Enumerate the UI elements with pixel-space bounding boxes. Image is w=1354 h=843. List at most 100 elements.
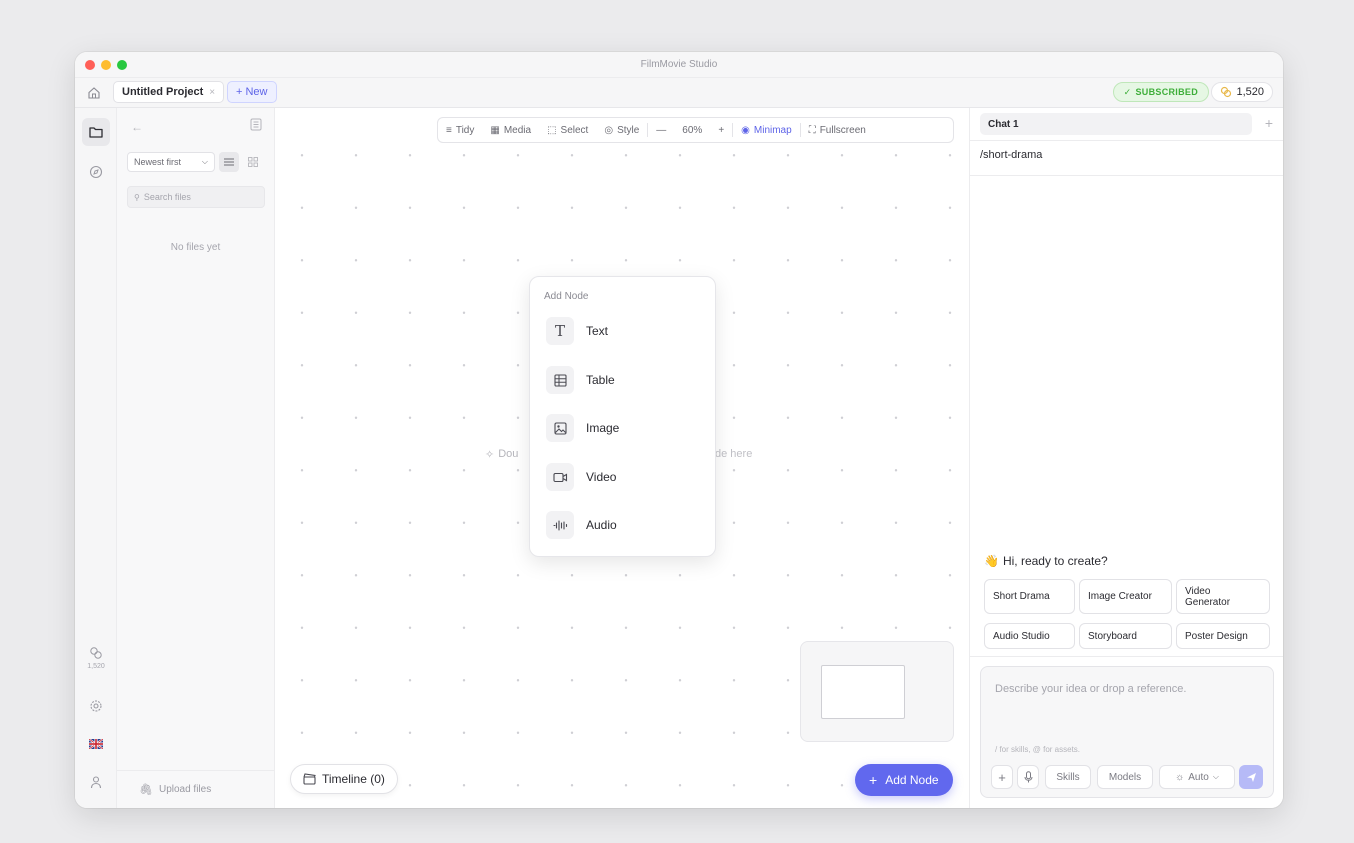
divider	[970, 656, 1283, 657]
chip-poster-design[interactable]: Poster Design	[1176, 623, 1270, 649]
credits-badge[interactable]: 1,520	[1211, 82, 1273, 102]
voice-button[interactable]	[1017, 765, 1039, 789]
menu-title: Add Node	[544, 291, 589, 302]
panel-icon	[250, 118, 262, 131]
app-window: FilmMovie Studio Untitled Project × + Ne…	[75, 52, 1283, 808]
chat-greeting: 👋 Hi, ready to create?	[984, 554, 1108, 568]
attach-button[interactable]: +	[991, 765, 1013, 789]
select-label: Select	[560, 124, 589, 136]
tidy-button[interactable]: ≡ Tidy	[438, 118, 482, 142]
canvas-hint-end: de here	[715, 448, 753, 460]
chip-short-drama[interactable]: Short Drama	[984, 579, 1075, 614]
sort-label: Newest first	[134, 157, 182, 167]
menu-item-text[interactable]: T Text	[546, 315, 702, 347]
uk-flag-icon	[89, 739, 103, 749]
new-project-button[interactable]: + New	[227, 81, 277, 103]
menu-item-label: Text	[586, 324, 609, 338]
select-button[interactable]: ⬚ Select	[539, 118, 596, 142]
models-button[interactable]: Models	[1097, 765, 1153, 789]
tab-untitled-project[interactable]: Untitled Project ×	[113, 81, 225, 103]
select-icon: ⬚	[547, 124, 557, 136]
menu-item-label: Table	[586, 373, 615, 387]
rail-explore-button[interactable]	[82, 158, 110, 186]
grid-icon	[248, 157, 258, 167]
subscribed-badge: ✓ SUBSCRIBED	[1112, 82, 1209, 102]
list-icon	[224, 158, 234, 166]
rail-language-button[interactable]	[82, 730, 110, 758]
home-button[interactable]	[85, 84, 103, 102]
minimap[interactable]	[800, 641, 954, 742]
location-pin-icon: ◉	[741, 124, 750, 136]
coins-icon	[1221, 86, 1232, 98]
tab-label: Untitled Project	[122, 86, 204, 98]
add-node-menu: Add Node T Text Table Image Video Audio	[529, 276, 716, 557]
timeline-label: Timeline (0)	[322, 772, 385, 786]
upload-files-button[interactable]: 🖇 Upload files	[117, 770, 274, 808]
add-node-button[interactable]: + Add Node	[855, 764, 953, 796]
subscribed-label: SUBSCRIBED	[1135, 87, 1198, 97]
plus-icon: +	[998, 769, 1006, 785]
chat-composer[interactable]: Describe your idea or drop a reference. …	[980, 666, 1274, 798]
send-button[interactable]	[1239, 765, 1263, 789]
fullscreen-label: Fullscreen	[819, 124, 866, 136]
paperclip-icon: 🖇	[139, 784, 153, 796]
menu-item-audio[interactable]: Audio	[546, 509, 702, 541]
minimap-viewport[interactable]	[821, 665, 905, 719]
node-canvas[interactable]: ≡ Tidy ▦ Media ⬚ Select ◎ Style — 60% + ◉ Min…	[275, 108, 969, 808]
menu-item-table[interactable]: Table	[546, 364, 702, 396]
minus-icon: —	[656, 124, 667, 136]
close-tab-icon[interactable]: ×	[209, 87, 215, 98]
timeline-button[interactable]: Timeline (0)	[290, 764, 398, 794]
search-files-input[interactable]: ⚲ Search files	[127, 186, 265, 208]
empty-files-text: No files yet	[170, 242, 221, 253]
rail-settings-button[interactable]	[82, 692, 110, 720]
minimap-toggle[interactable]: ◉ Minimap	[733, 118, 800, 142]
auto-mode-select[interactable]: ☼ Auto ⌵	[1159, 765, 1235, 789]
collapse-panel-button[interactable]	[250, 118, 262, 134]
menu-item-image[interactable]: Image	[546, 412, 702, 444]
rail-files-button[interactable]	[82, 118, 110, 146]
grid-view-button[interactable]	[243, 152, 263, 172]
chat-input-placeholder[interactable]: Describe your idea or drop a reference.	[995, 683, 1186, 695]
rail-credits[interactable]: 1,520	[75, 646, 117, 670]
minimap-label: Minimap	[753, 124, 792, 136]
compass-icon	[89, 165, 103, 179]
sort-select[interactable]: Newest first ⌵	[127, 152, 215, 172]
video-icon	[546, 463, 574, 491]
back-arrow-icon[interactable]: ←	[131, 120, 143, 134]
credits-count: 1,520	[1236, 86, 1264, 98]
chip-audio-studio[interactable]: Audio Studio	[984, 623, 1075, 649]
media-button[interactable]: ▦ Media	[482, 118, 539, 142]
new-chat-plus-icon[interactable]: +	[1265, 115, 1273, 131]
list-view-button[interactable]	[219, 152, 239, 172]
send-icon	[1246, 772, 1256, 782]
file-panel: ← Newest first ⌵ ⚲ Search files No files…	[117, 108, 275, 808]
chip-image-creator[interactable]: Image Creator	[1079, 579, 1172, 614]
fullscreen-button[interactable]: ⛶ Fullscreen	[801, 118, 874, 142]
zoom-in-button[interactable]: +	[710, 118, 732, 142]
gear-icon	[90, 700, 102, 712]
table-icon	[546, 366, 574, 394]
skills-button[interactable]: Skills	[1045, 765, 1091, 789]
style-button[interactable]: ◎ Style	[596, 118, 647, 142]
rail-profile-button[interactable]	[82, 768, 110, 796]
canvas-hint-start: Dou	[498, 448, 519, 460]
canvas-hint: ✧ Dou	[485, 448, 518, 461]
chip-video-generator[interactable]: Video Generator	[1176, 579, 1270, 614]
chat-tab[interactable]: Chat 1	[980, 113, 1252, 135]
chip-storyboard[interactable]: Storyboard	[1079, 623, 1172, 649]
zoom-out-button[interactable]: —	[648, 118, 674, 142]
chat-command: /short-drama	[970, 140, 1283, 176]
user-icon	[90, 776, 102, 789]
auto-label: Auto	[1188, 771, 1209, 783]
add-node-label: Add Node	[885, 773, 939, 787]
canvas-toolbar: ≡ Tidy ▦ Media ⬚ Select ◎ Style — 60% + ◉ Min…	[437, 117, 954, 143]
expand-icon: ⛶	[808, 124, 816, 136]
plus-icon: +	[869, 772, 878, 788]
search-icon: ⚲	[134, 192, 140, 202]
chevron-down-icon: ⌵	[1212, 772, 1219, 781]
chat-panel: Chat 1 + /short-drama 👋 Hi, ready to cre…	[969, 108, 1283, 808]
clapperboard-icon	[303, 773, 316, 785]
search-placeholder: Search files	[143, 192, 191, 202]
menu-item-video[interactable]: Video	[546, 461, 702, 493]
